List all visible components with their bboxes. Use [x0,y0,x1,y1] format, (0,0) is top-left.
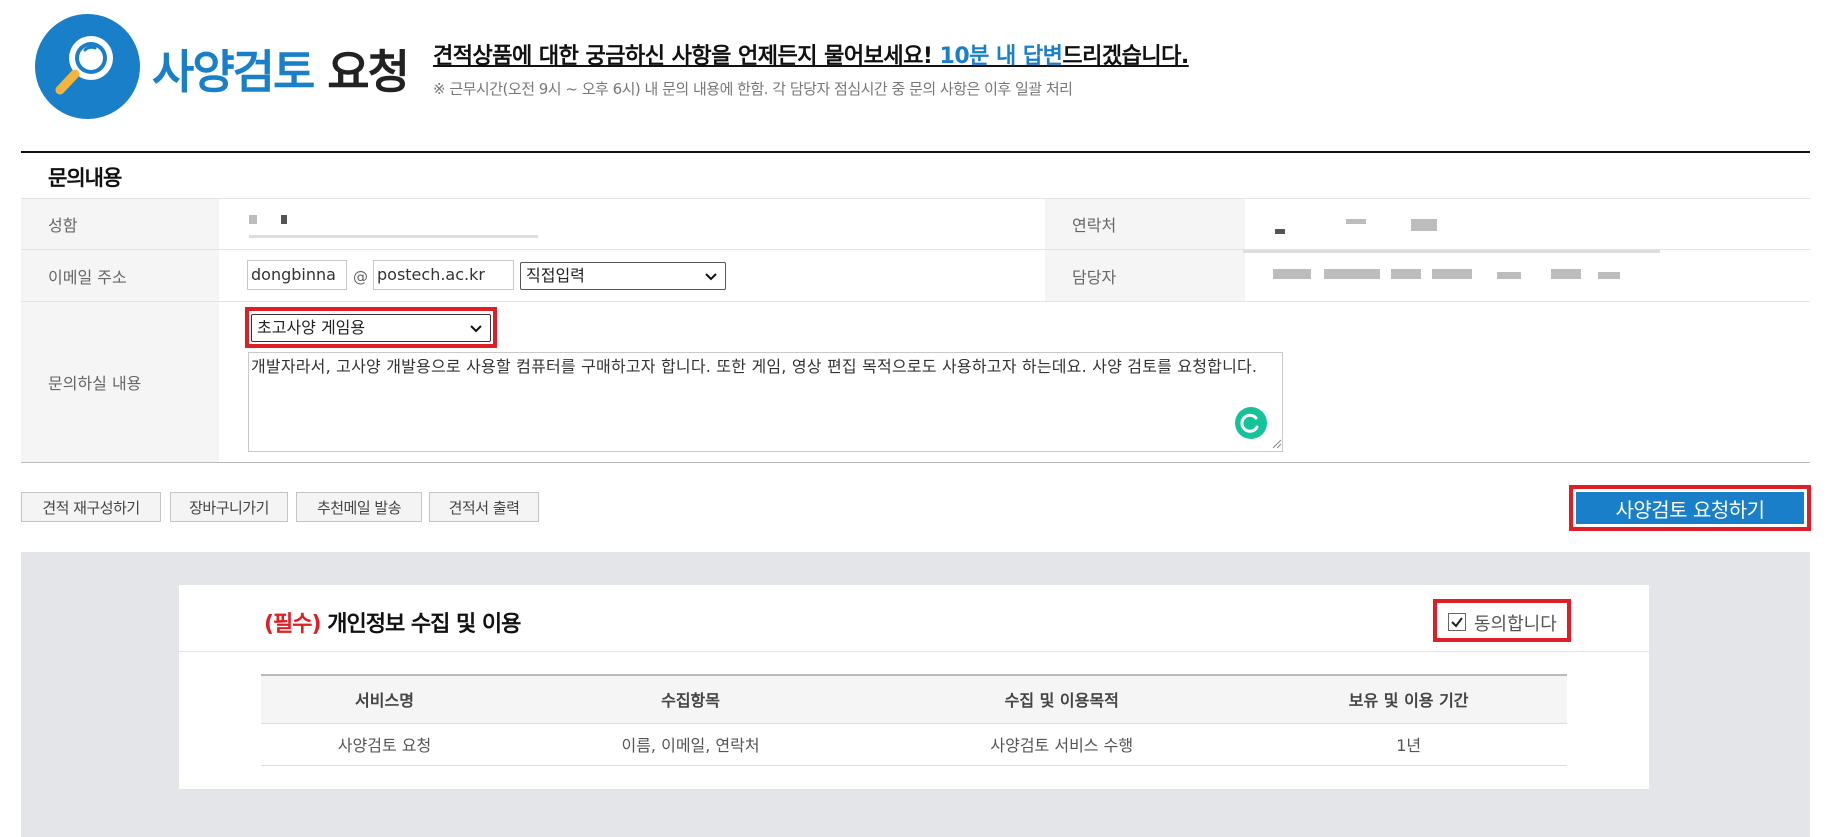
privacy-title-text: 개인정보 수집 및 이용 [320,612,521,637]
table-header-cell: 수집 및 이용목적 [873,674,1251,724]
section-divider [21,151,1810,153]
checkmark-icon [1451,617,1463,628]
table-row: 사양검토 요청 이름, 이메일, 연락처 사양검토 서비스 수행 1년 [261,723,1567,766]
submit-button-highlight: 사양검토 요청하기 [1569,485,1811,531]
resize-handle-icon[interactable] [1270,437,1282,449]
email-label: 이메일 주소 [21,250,219,301]
manager-label: 담당자 [1045,250,1245,301]
redacted-contact [1346,219,1366,224]
rebuild-quote-button[interactable]: 견적 재구성하기 [21,492,161,522]
redacted-name [281,215,287,224]
inquiry-textarea[interactable]: 개발자라서, 고사양 개발용으로 사용할 컴퓨터를 구매하고자 합니다. 또한 … [248,352,1283,452]
redacted-contact [1411,219,1437,231]
inquiry-type-select-value: 초고사양 게임용 [257,318,366,337]
name-label: 성함 [21,199,219,249]
form-bottom-divider [21,462,1810,463]
contact-field-underline [1243,250,1660,253]
magnifier-logo-icon [35,14,140,119]
redacted-contact [1275,229,1285,234]
request-spec-review-button[interactable]: 사양검토 요청하기 [1576,492,1804,524]
privacy-title: (필수) 개인정보 수집 및 이용 [264,606,521,638]
name-field-underline[interactable] [249,235,538,238]
table-header-cell: 보유 및 이용 기간 [1250,674,1567,724]
chevron-down-icon [470,325,482,333]
redacted-manager [1432,269,1472,279]
page-logo-title: 사양검토 요청 [152,36,410,102]
table-cell: 사양검토 요청 [261,723,508,766]
agree-label[interactable]: 동의합니다 [1474,610,1557,636]
table-header-row: 서비스명 수집항목 수집 및 이용목적 보유 및 이용 기간 [261,674,1567,724]
email-domain-select[interactable]: 직접입력 [520,262,726,290]
redacted-manager [1598,272,1620,279]
table-cell: 이름, 이메일, 연락처 [507,723,874,766]
headline-post: 드리겠습니다. [1062,44,1189,69]
redacted-name [249,215,257,224]
table-cell: 1년 [1250,723,1567,766]
working-hours-note: ※ 근무시간(오전 9시 ~ 오후 6시) 내 문의 내용에 한함. 각 담당자… [433,80,1073,98]
email-at-sign: @ [353,268,368,286]
logo-title-part1: 사양검토 [152,45,315,99]
redacted-manager [1551,269,1581,279]
contact-label: 연락처 [1045,199,1245,249]
go-to-cart-button[interactable]: 장바구니가기 [170,492,288,522]
agree-checkbox[interactable] [1448,613,1466,631]
inquiry-label: 문의하실 내용 [21,302,219,462]
inquiry-type-select[interactable]: 초고사양 게임용 [251,314,491,342]
redacted-manager [1273,269,1311,279]
email-domain-input[interactable]: postech.ac.kr [373,260,514,290]
email-domain-select-value: 직접입력 [526,266,585,285]
headline-highlight: 10분 내 답변 [939,44,1063,69]
table-header-cell: 서비스명 [261,674,508,724]
page-headline: 견적상품에 대한 궁금하신 사항을 언제든지 물어보세요! 10분 내 답변드리… [433,38,1189,70]
headline-pre: 견적상품에 대한 궁금하신 사항을 언제든지 물어보세요! [433,44,940,69]
print-quote-button[interactable]: 견적서 출력 [429,492,539,522]
grammarly-icon[interactable] [1235,407,1267,439]
privacy-table: 서비스명 수집항목 수집 및 이용목적 보유 및 이용 기간 사양검토 요청 이… [261,674,1567,766]
name-contact-row: 성함 연락처 [21,198,1810,249]
table-cell: 사양검토 서비스 수행 [873,723,1251,766]
logo-title-part2: 요청 [327,45,410,99]
table-header-cell: 수집항목 [507,674,874,724]
send-recommend-mail-button[interactable]: 추천메일 발송 [296,492,422,522]
section-title: 문의내용 [48,166,122,190]
required-tag: (필수) [264,612,322,637]
chevron-down-icon [705,273,717,281]
privacy-card-divider [179,651,1649,652]
email-local-input[interactable]: dongbinna [247,260,347,290]
redacted-manager [1324,269,1380,279]
redacted-manager [1391,269,1421,279]
redacted-manager [1497,272,1521,279]
